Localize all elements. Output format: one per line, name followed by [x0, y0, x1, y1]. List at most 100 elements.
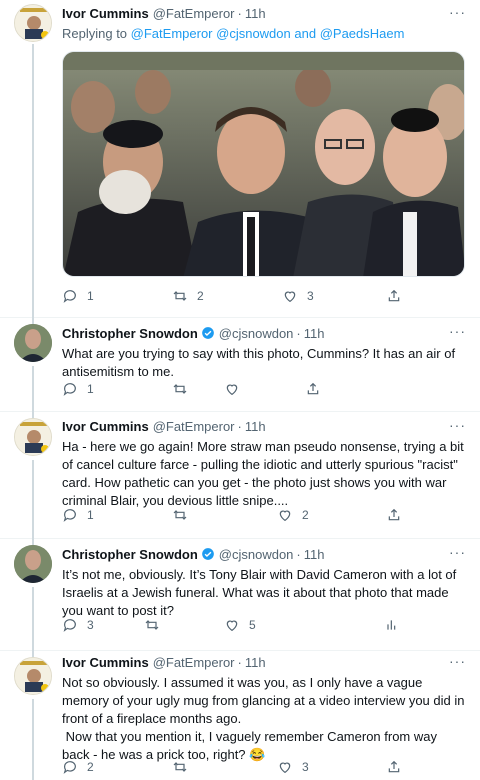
separator-dot: · [237, 419, 242, 434]
like-count: 3 [307, 289, 314, 303]
user-handle[interactable]: @FatEmperor [153, 654, 235, 671]
display-name[interactable]: Christopher Snowdon [62, 546, 198, 563]
thread-connector [32, 460, 34, 539]
tweet-actions: 1 2 3 [62, 288, 442, 308]
thread-connector [32, 699, 34, 780]
tweet-header: Christopher Snowdon @cjsnowdon · 11h [62, 545, 468, 563]
like-icon [279, 510, 291, 522]
timestamp[interactable]: 11h [245, 418, 266, 435]
tweet[interactable]: Ivor Cummins @FatEmperor · 11h Replying … [0, 0, 480, 318]
avatar[interactable] [14, 324, 52, 362]
retweet-count: 2 [197, 289, 204, 303]
reply-icon [63, 619, 76, 632]
tweet-photo[interactable] [62, 51, 465, 277]
user-handle[interactable]: @cjsnowdon [219, 546, 294, 563]
user-handle[interactable]: @FatEmperor [153, 418, 235, 435]
retweet-button[interactable] [144, 617, 160, 633]
display-name[interactable]: Ivor Cummins [62, 5, 149, 22]
share-button[interactable] [386, 507, 402, 523]
reply-count: 2 [87, 760, 94, 774]
tweet[interactable]: Ivor Cummins @FatEmperor · 11h Not so ob… [0, 651, 480, 780]
mention-conjunction[interactable]: and [294, 26, 316, 41]
thread-connector [32, 44, 34, 318]
retweet-button[interactable] [172, 381, 188, 397]
retweet-icon [173, 762, 187, 772]
reply-button[interactable]: 1 [62, 381, 94, 397]
retweet-icon [173, 510, 187, 520]
reply-button[interactable]: 1 [62, 507, 94, 523]
thread-connector [32, 587, 34, 651]
reply-icon [63, 290, 76, 303]
like-icon [284, 291, 296, 303]
like-button[interactable] [224, 381, 240, 397]
mention-link[interactable]: @cjsnowdon [216, 26, 291, 41]
reply-button[interactable]: 2 [62, 759, 94, 775]
separator-dot: · [296, 547, 301, 562]
tweet[interactable]: Christopher Snowdon @cjsnowdon · 11h Wha… [0, 318, 480, 412]
analytics-button[interactable] [384, 617, 400, 633]
share-button[interactable] [305, 381, 321, 397]
avatar[interactable] [14, 545, 52, 583]
tweet-actions: 3 5 [62, 617, 442, 637]
more-options-icon[interactable]: ··· [449, 544, 466, 560]
retweet-icon [173, 291, 187, 301]
more-options-icon[interactable]: ··· [449, 653, 466, 669]
tweet-header: Christopher Snowdon @cjsnowdon · 11h [62, 324, 468, 342]
retweet-button[interactable] [172, 507, 188, 523]
mention-link[interactable]: @FatEmperor [131, 26, 213, 41]
user-handle[interactable]: @cjsnowdon [219, 325, 294, 342]
verified-badge-icon [201, 548, 214, 560]
like-count: 2 [302, 508, 309, 522]
reply-count: 1 [87, 508, 94, 522]
avatar[interactable] [14, 657, 52, 695]
more-options-icon[interactable]: ··· [449, 4, 466, 20]
tweet-actions: 2 3 [62, 759, 442, 779]
like-button[interactable]: 3 [282, 288, 314, 304]
tweet-thread: Ivor Cummins @FatEmperor · 11h Replying … [0, 0, 480, 780]
like-button[interactable]: 3 [277, 759, 309, 775]
tweet-actions: 1 2 [62, 507, 442, 527]
share-icon [388, 760, 400, 773]
tweet-text: Ha - here we go again! More straw man ps… [62, 439, 468, 508]
display-name[interactable]: Ivor Cummins [62, 418, 149, 435]
like-button[interactable]: 2 [277, 507, 309, 523]
timestamp[interactable]: 11h [304, 546, 325, 563]
retweet-icon [173, 384, 187, 394]
avatar[interactable] [14, 4, 52, 42]
analytics-icon [387, 620, 396, 630]
timestamp[interactable]: 11h [245, 654, 266, 671]
tweet-header: Ivor Cummins @FatEmperor · 11h [62, 5, 468, 22]
separator-dot: · [296, 326, 301, 341]
display-name[interactable]: Christopher Snowdon [62, 325, 198, 342]
mention-link[interactable]: @PaedsHaem [320, 26, 405, 41]
tweet-text: It’s not me, obviously. It’s Tony Blair … [62, 567, 460, 618]
display-name[interactable]: Ivor Cummins [62, 654, 149, 671]
replying-to-line: Replying to @FatEmperor @cjsnowdon and @… [62, 25, 468, 42]
share-icon [388, 289, 400, 302]
user-handle[interactable]: @FatEmperor [153, 5, 235, 22]
like-icon [226, 620, 238, 632]
tweet[interactable]: Christopher Snowdon @cjsnowdon · 11h It’… [0, 539, 480, 651]
reply-button[interactable]: 3 [62, 617, 94, 633]
tweet[interactable]: Ivor Cummins @FatEmperor · 11h Ha - here… [0, 412, 480, 539]
tweet-header: Ivor Cummins @FatEmperor · 11h [62, 418, 468, 435]
retweet-button[interactable] [172, 759, 188, 775]
reply-count: 3 [87, 618, 94, 632]
reply-count: 1 [87, 289, 94, 303]
reply-button[interactable]: 1 [62, 288, 94, 304]
more-options-icon[interactable]: ··· [449, 323, 466, 339]
reply-icon [63, 761, 76, 774]
share-button[interactable] [386, 759, 402, 775]
tweet-header: Ivor Cummins @FatEmperor · 11h [62, 654, 468, 671]
like-count: 3 [302, 760, 309, 774]
timestamp[interactable]: 11h [304, 325, 325, 342]
more-options-icon[interactable]: ··· [449, 417, 466, 433]
like-button[interactable]: 5 [224, 617, 256, 633]
separator-dot: · [237, 655, 242, 670]
timestamp[interactable]: 11h [245, 5, 266, 22]
replying-to-label: Replying to [62, 26, 128, 41]
retweet-button[interactable]: 2 [172, 288, 204, 304]
share-button[interactable] [386, 288, 402, 304]
avatar[interactable] [14, 418, 52, 456]
share-icon [388, 508, 400, 521]
